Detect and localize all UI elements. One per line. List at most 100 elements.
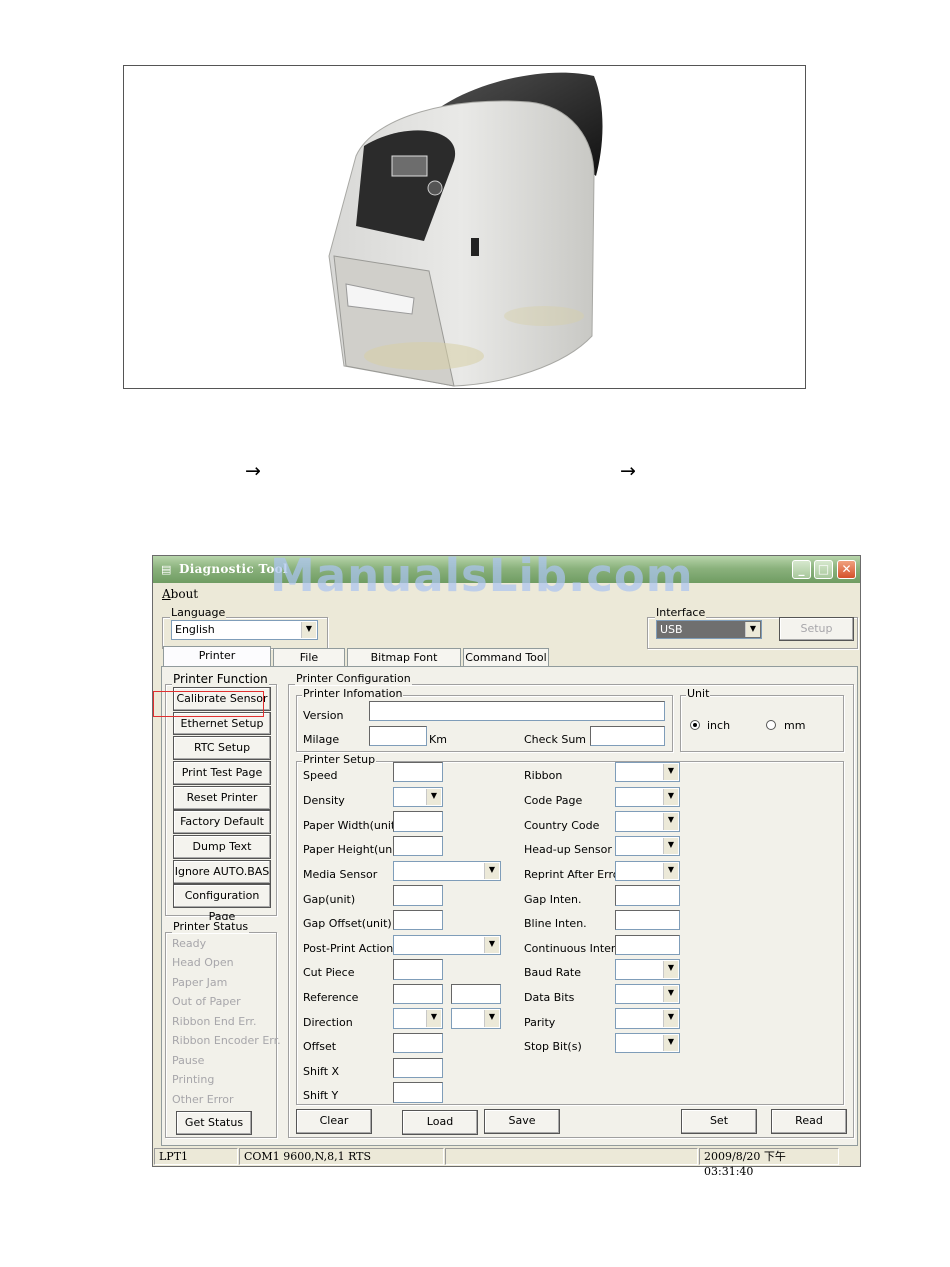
tab-bitmap-font-manager[interactable]: Bitmap Font Manager (347, 648, 461, 681)
km-label: Km (429, 733, 447, 746)
gap-inten-field[interactable] (615, 885, 680, 906)
rtc-setup-button[interactable]: RTC Setup (173, 736, 271, 760)
chevron-down-icon[interactable]: ▼ (484, 1010, 499, 1027)
clear-button[interactable]: Clear (296, 1109, 372, 1134)
status-printing: Printing (172, 1073, 215, 1086)
maximize-button[interactable]: □ (814, 560, 833, 579)
chevron-down-icon[interactable]: ▼ (745, 622, 760, 637)
chevron-down-icon[interactable]: ▼ (426, 1010, 441, 1027)
bline-inten-field[interactable] (615, 910, 680, 930)
country-code-select[interactable]: ▼ (615, 811, 680, 832)
chevron-down-icon[interactable]: ▼ (484, 863, 499, 879)
statusbar-datetime: 2009/8/20 下午 03:31:40 (699, 1148, 839, 1178)
density-select[interactable]: ▼ (393, 787, 443, 807)
chevron-down-icon[interactable]: ▼ (663, 813, 678, 830)
reset-printer-button[interactable]: Reset Printer (173, 786, 271, 810)
paper-width-field[interactable] (393, 811, 443, 832)
chevron-down-icon[interactable]: ▼ (663, 863, 678, 879)
reference-x-field[interactable] (393, 984, 443, 1004)
inch-radio[interactable] (690, 720, 700, 730)
chevron-down-icon[interactable]: ▼ (663, 986, 678, 1002)
paper-width-label: Paper Width(unit) (303, 819, 400, 832)
app-icon: ▤ (161, 563, 172, 576)
chevron-down-icon[interactable]: ▼ (663, 1010, 678, 1027)
chevron-down-icon[interactable]: ▼ (663, 961, 678, 978)
post-print-action-label: Post-Print Action (303, 942, 394, 955)
chevron-down-icon[interactable]: ▼ (426, 789, 441, 805)
label-printer-image (328, 72, 603, 387)
media-sensor-label: Media Sensor (303, 868, 378, 881)
printer-info-label: Printer Infomation (302, 687, 404, 700)
parity-select[interactable]: ▼ (615, 1008, 680, 1029)
stop-bits-select[interactable]: ▼ (615, 1033, 680, 1053)
factory-default-button[interactable]: Factory Default (173, 810, 271, 834)
menu-about[interactable]: About (162, 587, 198, 601)
close-button[interactable]: ✕ (837, 560, 856, 579)
status-ribbon-encoder: Ribbon Encoder Err. (172, 1034, 281, 1047)
chevron-down-icon[interactable]: ▼ (484, 937, 499, 953)
media-sensor-select[interactable]: ▼ (393, 861, 501, 881)
tab-printer-configuration[interactable]: Printer Configuration (163, 646, 271, 679)
version-field[interactable] (369, 701, 665, 721)
paper-height-field[interactable] (393, 836, 443, 856)
mm-radio[interactable] (766, 720, 776, 730)
chevron-down-icon[interactable]: ▼ (663, 789, 678, 805)
shift-x-label: Shift X (303, 1065, 340, 1078)
code-page-select[interactable]: ▼ (615, 787, 680, 807)
head-up-sensor-select[interactable]: ▼ (615, 836, 680, 856)
chevron-down-icon[interactable]: ▼ (663, 1035, 678, 1051)
ribbon-select[interactable]: ▼ (615, 762, 680, 782)
tab-file-manager[interactable]: File Manager (273, 648, 345, 681)
gap-offset-label: Gap Offset(unit) (303, 917, 392, 930)
read-button[interactable]: Read (771, 1109, 847, 1134)
baud-rate-select[interactable]: ▼ (615, 959, 680, 980)
check-sum-field[interactable] (590, 726, 665, 746)
interface-setup-button[interactable]: Setup (779, 617, 854, 641)
mm-label: mm (784, 719, 806, 732)
ribbon-label: Ribbon (524, 769, 563, 782)
printer-status-label: Printer Status (172, 920, 250, 933)
milage-label: Milage (303, 733, 340, 746)
language-value: English (175, 623, 215, 636)
interface-value: USB (660, 623, 683, 636)
get-status-button[interactable]: Get Status (176, 1111, 252, 1135)
interface-select[interactable]: USB ▼ (656, 620, 762, 639)
mirror-select[interactable]: ▼ (451, 1008, 501, 1029)
country-code-label: Country Code (524, 819, 600, 832)
language-select[interactable]: English ▼ (171, 620, 318, 640)
statusbar-com: COM1 9600,N,8,1 RTS (239, 1148, 444, 1165)
data-bits-select[interactable]: ▼ (615, 984, 680, 1004)
speed-label: Speed (303, 769, 338, 782)
direction-label: Direction (303, 1016, 353, 1029)
minimize-button[interactable]: _ (792, 560, 811, 579)
save-button[interactable]: Save (484, 1109, 560, 1134)
speed-field[interactable] (393, 762, 443, 782)
status-pause: Pause (172, 1054, 205, 1067)
print-test-page-button[interactable]: Print Test Page (173, 761, 271, 785)
reference-y-field[interactable] (451, 984, 501, 1004)
shift-x-field[interactable] (393, 1058, 443, 1078)
tab-command-tool[interactable]: Command Tool (463, 648, 549, 667)
milage-field[interactable] (369, 726, 427, 746)
gap-offset-field[interactable] (393, 910, 443, 930)
load-button[interactable]: Load (402, 1110, 478, 1135)
post-print-action-select[interactable]: ▼ (393, 935, 501, 955)
continuous-inten-field[interactable] (615, 935, 680, 955)
chevron-down-icon[interactable]: ▼ (663, 764, 678, 780)
configuration-page-button[interactable]: Configuration Page (173, 884, 271, 923)
ignore-autobas-button[interactable]: Ignore AUTO.BAS (173, 860, 271, 884)
density-label: Density (303, 794, 345, 807)
offset-field[interactable] (393, 1033, 443, 1053)
shift-y-field[interactable] (393, 1082, 443, 1103)
set-button[interactable]: Set (681, 1109, 757, 1134)
chevron-down-icon[interactable]: ▼ (301, 622, 316, 638)
status-paper-jam: Paper Jam (172, 976, 228, 989)
status-ribbon-end: Ribbon End Err. (172, 1015, 257, 1028)
chevron-down-icon[interactable]: ▼ (663, 838, 678, 854)
diagnostic-tool-window: ▤ Diagnostic Tool _ □ ✕ About Language E… (152, 555, 861, 1178)
reprint-after-error-select[interactable]: ▼ (615, 861, 680, 881)
gap-field[interactable] (393, 885, 443, 906)
dump-text-button[interactable]: Dump Text (173, 835, 271, 859)
direction-select[interactable]: ▼ (393, 1008, 443, 1029)
cut-piece-field[interactable] (393, 959, 443, 980)
